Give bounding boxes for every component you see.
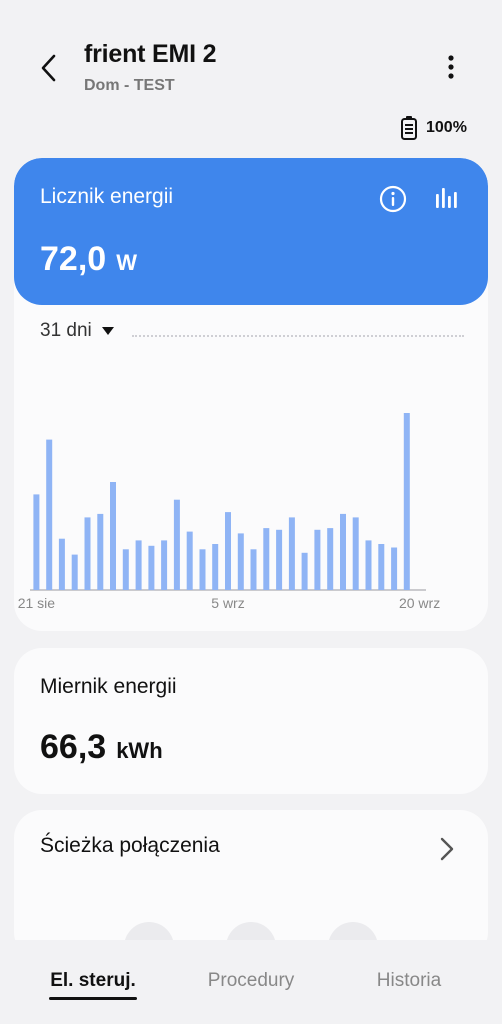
period-label: 31 dni — [40, 320, 92, 341]
chart-bar — [110, 482, 116, 590]
chart-bar — [58, 538, 65, 590]
more-vertical-icon — [448, 55, 454, 79]
chart-bar — [352, 517, 359, 590]
chart-bar — [301, 552, 308, 590]
chart-bar — [33, 494, 40, 590]
app-header: frient EMI 2 Dom - TEST — [0, 0, 502, 110]
chart-bar — [378, 544, 385, 590]
energy-usage-header[interactable]: Licznik energii 72,0 W — [14, 158, 488, 305]
energy-meter-unit: kWh — [116, 738, 163, 763]
bar-chart-icon[interactable] — [432, 184, 462, 214]
energy-usage-unit: W — [116, 250, 137, 275]
chart-bar — [237, 533, 244, 590]
energy-usage-card: Licznik energii 72,0 W 31 dni 21 sie 5 wr… — [14, 158, 488, 631]
chart-bar — [403, 413, 410, 590]
chart-x-tick-label: 20 wrz — [399, 595, 440, 611]
chart-bar — [212, 544, 219, 590]
period-selector[interactable]: 31 dni — [40, 320, 114, 342]
chart-bar — [186, 531, 193, 590]
energy-meter-value: 66,3 — [40, 728, 107, 766]
chart-bar — [276, 529, 283, 590]
chart-bar — [135, 540, 142, 590]
chart-bar — [71, 554, 78, 590]
tab-controls[interactable]: El. steruj. — [49, 970, 137, 992]
energy-meter-card[interactable]: Miernik energii 66,3 kWh — [14, 648, 488, 794]
chart-bar — [327, 528, 334, 590]
energy-meter-title: Miernik energii — [40, 675, 177, 698]
energy-meter-reading: 66,3 kWh — [40, 728, 163, 767]
chart-bar — [263, 528, 270, 590]
back-button[interactable] — [32, 48, 66, 88]
chart-bar — [84, 517, 91, 590]
tab-procedures[interactable]: Procedury — [196, 970, 306, 992]
connection-path-card[interactable]: Ścieżka połączenia — [14, 810, 488, 960]
chart-bar — [46, 439, 53, 590]
chart-bar — [173, 499, 180, 590]
chart-bar — [391, 547, 398, 590]
chart-bar — [288, 517, 295, 590]
bottom-navigation: El. steruj. Procedury Historia — [0, 940, 502, 1024]
active-tab-indicator — [49, 997, 137, 1000]
chart-bar — [225, 512, 231, 590]
chart-x-tick-label: 21 sie — [18, 595, 56, 611]
chevron-left-icon — [41, 54, 56, 82]
energy-usage-reading: 72,0 W — [40, 240, 137, 279]
chart-bar — [250, 549, 257, 590]
more-options-button[interactable] — [434, 50, 468, 84]
caret-down-icon — [101, 327, 114, 335]
chart-bar — [97, 513, 104, 590]
device-location: Dom - TEST — [84, 77, 175, 94]
chevron-right-icon — [440, 837, 454, 861]
energy-bar-chart: 21 sie 5 wrz 20 wrz — [18, 413, 440, 611]
chart-x-tick-label: 5 wrz — [211, 595, 244, 611]
battery-level: 100% — [426, 119, 467, 136]
energy-usage-title: Licznik energii — [40, 185, 174, 208]
battery-status: 100% — [400, 114, 467, 142]
chart-bar — [365, 540, 372, 590]
device-title: frient EMI 2 — [84, 40, 217, 68]
chart-bar — [122, 549, 129, 590]
period-divider — [132, 335, 464, 337]
chart-bar — [340, 513, 346, 590]
connection-path-title: Ścieżka połączenia — [40, 834, 220, 857]
chart-bar — [161, 540, 168, 590]
chart-bar — [314, 529, 321, 590]
chart-bar — [199, 549, 206, 590]
chart-bar — [148, 545, 155, 591]
energy-usage-value: 72,0 — [40, 240, 107, 278]
info-icon[interactable] — [378, 184, 408, 214]
tab-history[interactable]: Historia — [362, 970, 456, 992]
battery-icon — [401, 116, 417, 140]
